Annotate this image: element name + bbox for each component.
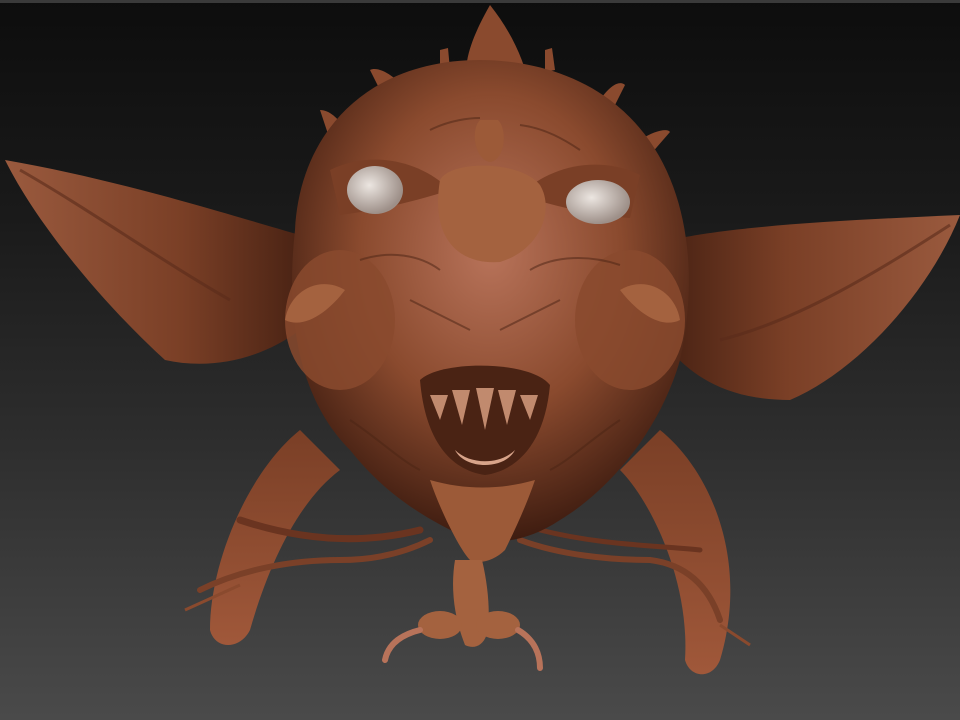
3d-viewport[interactable] <box>0 0 960 720</box>
left-ear <box>5 160 300 364</box>
right-eye <box>566 180 630 224</box>
left-eye <box>347 166 403 214</box>
right-ear <box>670 215 960 400</box>
creature-sculpt <box>5 5 960 675</box>
